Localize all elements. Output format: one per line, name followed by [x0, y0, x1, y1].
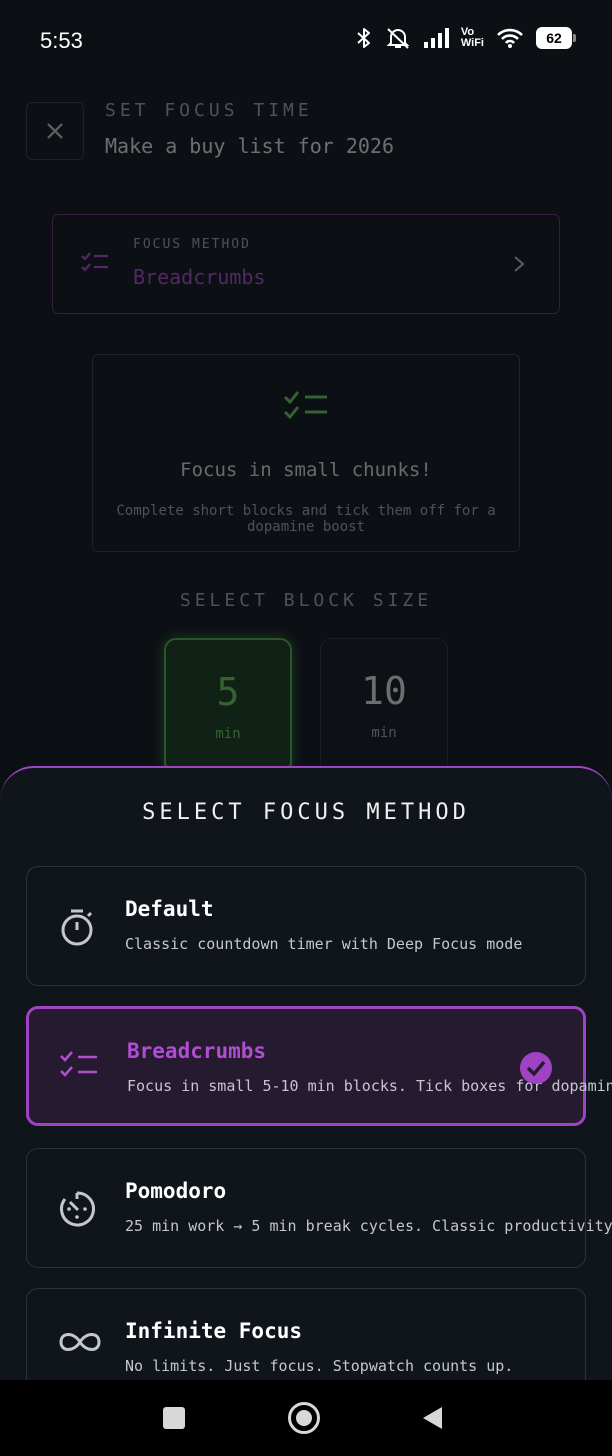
block-size-value: 10 — [361, 669, 407, 713]
method-option-pomodoro[interactable]: Pomodoro 25 min work → 5 min break cycle… — [26, 1148, 612, 1268]
method-name: Default — [125, 897, 214, 921]
focus-method-sheet: SELECT FOCUS METHOD Default Classic coun… — [0, 766, 612, 1456]
vowifi-line2: WiFi — [460, 37, 484, 49]
method-option-default[interactable]: Default Classic countdown timer with Dee… — [26, 866, 586, 986]
status-bar: 5:53 Vo WiFi 62 — [0, 0, 612, 80]
header-kicker: SET FOCUS TIME — [105, 100, 313, 121]
timer-icon — [60, 1191, 95, 1227]
checklist-icon — [60, 1051, 97, 1077]
focus-method-kicker: FOCUS METHOD — [133, 237, 251, 252]
block-size-option-5[interactable]: 5 min — [164, 638, 292, 774]
focus-method-value: Breadcrumbs — [133, 265, 266, 289]
app-screen: 5:53 Vo WiFi 62 SET FOCUS TIME Make a bu… — [0, 0, 612, 1456]
focus-method-card[interactable]: FOCUS METHOD Breadcrumbs — [52, 214, 560, 314]
method-description: 25 min work → 5 min break cycles. Classi… — [125, 1217, 612, 1235]
battery-icon: 62 — [536, 27, 576, 49]
sheet-title: SELECT FOCUS METHOD — [142, 800, 470, 825]
block-size-label: SELECT BLOCK SIZE — [179, 590, 433, 611]
bluetooth-icon — [357, 28, 370, 48]
method-option-breadcrumbs[interactable]: Breadcrumbs Focus in small 5-10 min bloc… — [26, 1006, 612, 1126]
infinity-icon — [59, 1333, 101, 1351]
method-description: Classic countdown timer with Deep Focus … — [125, 935, 523, 953]
method-name: Breadcrumbs — [127, 1039, 267, 1063]
close-icon — [47, 123, 63, 139]
back-button[interactable] — [414, 1400, 450, 1436]
battery-level: 62 — [546, 30, 562, 46]
system-nav-bar — [0, 1380, 612, 1456]
method-name: Pomodoro — [125, 1179, 227, 1203]
block-size-option-10[interactable]: 10 min — [320, 638, 448, 774]
status-time: 5:53 — [40, 28, 83, 53]
page-title: Make a buy list for 2026 — [105, 134, 394, 158]
info-title: Focus in small chunks! — [180, 459, 432, 481]
wifi-icon — [497, 28, 523, 48]
checkmark-circle-icon — [520, 1052, 552, 1084]
focus-setup-screen: SET FOCUS TIME Make a buy list for 2026 … — [0, 80, 612, 780]
vowifi-icon: Vo WiFi — [461, 27, 484, 49]
checklist-icon — [283, 391, 327, 420]
method-name: Infinite Focus — [125, 1319, 303, 1343]
recents-button[interactable] — [156, 1400, 192, 1436]
block-size-value: 5 — [216, 670, 240, 714]
signal-icon — [423, 28, 449, 48]
method-info-card: Focus in small chunks! Complete short bl… — [92, 354, 520, 552]
stopwatch-icon — [61, 909, 93, 946]
back-triangle-icon — [423, 1407, 442, 1429]
square-icon — [163, 1407, 185, 1429]
home-circle-icon — [288, 1402, 320, 1434]
status-icons: Vo WiFi 62 — [355, 26, 576, 50]
chevron-right-icon — [514, 256, 525, 272]
block-size-unit: min — [371, 725, 397, 741]
checklist-icon — [81, 252, 108, 272]
method-description: No limits. Just focus. Stopwatch counts … — [125, 1357, 514, 1375]
block-size-unit: min — [215, 726, 241, 742]
info-description: Complete short blocks and tick them off … — [116, 503, 496, 535]
mute-icon — [386, 28, 410, 49]
home-button[interactable] — [286, 1400, 322, 1436]
close-button[interactable] — [26, 102, 84, 160]
